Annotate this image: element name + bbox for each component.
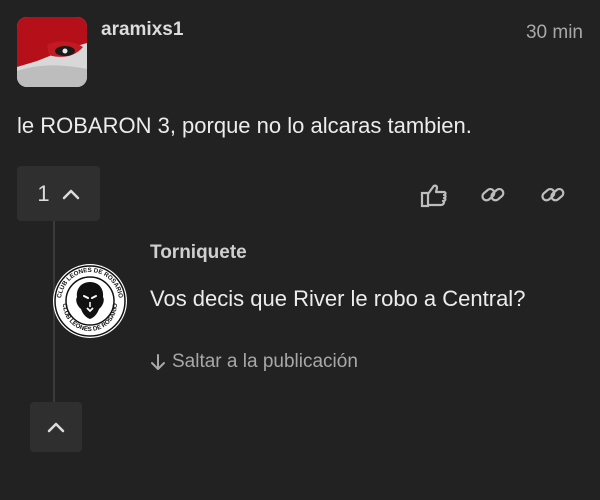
link-icon <box>481 187 505 202</box>
collapse-replies-button[interactable] <box>30 402 82 452</box>
post-body: le ROBARON 3, porque no lo alcaras tambi… <box>17 113 472 138</box>
jump-link-label: Saltar a la publicación <box>172 351 358 372</box>
jump-to-post-link[interactable]: Saltar a la publicación <box>150 351 358 373</box>
like-button[interactable] <box>419 180 449 210</box>
copy-link-button[interactable] <box>478 180 508 210</box>
thumbs-up-icon <box>420 184 447 208</box>
chevron-up-icon <box>62 189 79 199</box>
link-icon <box>541 187 565 202</box>
reply-body: Vos decis que River le robo a Central? <box>150 286 526 311</box>
arrow-down-icon <box>151 354 165 370</box>
upvote-button[interactable]: 1 <box>17 166 100 221</box>
timestamp: 30 min <box>525 22 583 43</box>
username[interactable]: aramixs1 <box>101 19 183 41</box>
reply-username[interactable]: Torniquete <box>150 242 247 264</box>
avatar[interactable] <box>17 17 87 87</box>
reply-avatar[interactable]: CLUB LEONES DE ROSARIO CLUB LEONES DE RO… <box>51 262 129 340</box>
god-of-war-avatar-icon <box>17 17 87 87</box>
share-link-button[interactable] <box>538 180 568 210</box>
chevron-up-icon <box>47 422 65 433</box>
vote-count: 1 <box>37 180 50 206</box>
club-leones-de-rosario-logo-icon: CLUB LEONES DE ROSARIO CLUB LEONES DE RO… <box>53 264 127 338</box>
